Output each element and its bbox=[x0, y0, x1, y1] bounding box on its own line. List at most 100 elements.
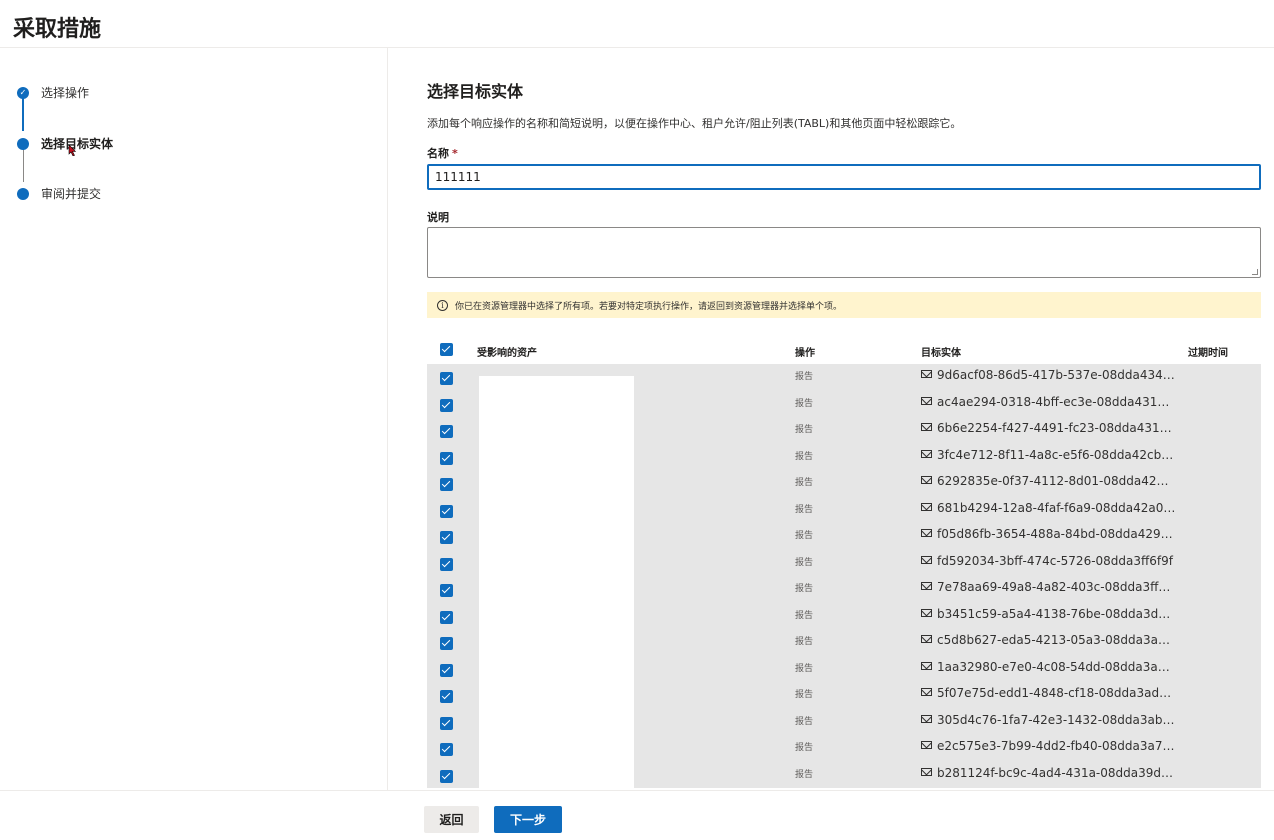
description-textarea[interactable] bbox=[427, 227, 1261, 278]
resize-grip-icon[interactable] bbox=[1252, 269, 1258, 275]
row-target: fd592034-3bff-474c-5726-08dda3ff6f9f bbox=[921, 554, 1176, 568]
row-target-id: 6292835e-0f37-4112-8d01-08dda42bd... bbox=[937, 474, 1176, 488]
check-icon: ✓ bbox=[17, 86, 29, 99]
step-connector-2 bbox=[22, 148, 24, 182]
mail-icon bbox=[921, 449, 932, 458]
table-header: 受影响的资产 操作 目标实体 过期时间 bbox=[427, 336, 1261, 364]
row-target-id: 5f07e75d-edd1-4848-cf18-08dda3ad262c bbox=[937, 686, 1176, 700]
row-target-id: 9d6acf08-86d5-417b-537e-08dda43413... bbox=[937, 368, 1176, 382]
row-target: 5f07e75d-edd1-4848-cf18-08dda3ad262c bbox=[921, 686, 1176, 700]
cursor-icon bbox=[68, 145, 76, 156]
row-target: b3451c59-a5a4-4138-76be-08dda3dd4... bbox=[921, 607, 1176, 621]
row-target-id: ac4ae294-0318-4bff-ec3e-08dda4313499 bbox=[937, 394, 1176, 409]
row-target-id: 7e78aa69-49a8-4a82-403c-08dda3ff6b40 bbox=[937, 580, 1176, 594]
mail-icon bbox=[921, 767, 932, 776]
main-panel: 选择目标实体 添加每个响应操作的名称和简短说明，以便在操作中心、租户允许/阻止列… bbox=[427, 48, 1261, 790]
row-checkbox[interactable] bbox=[440, 425, 453, 438]
row-checkbox[interactable] bbox=[440, 398, 453, 412]
pending-step-dot bbox=[17, 187, 29, 200]
column-header-expiry[interactable]: 过期时间 bbox=[1188, 344, 1228, 359]
name-input[interactable] bbox=[427, 164, 1261, 190]
row-target-id: b3451c59-a5a4-4138-76be-08dda3dd4... bbox=[937, 606, 1176, 621]
wizard-steps: ✓ 选择操作 选择目标实体 审阅并提交 bbox=[0, 48, 388, 790]
step-label: 选择目标实体 bbox=[41, 137, 114, 151]
row-action: 报告 bbox=[795, 372, 814, 382]
row-target: 9d6acf08-86d5-417b-537e-08dda43413... bbox=[921, 368, 1176, 382]
mail-icon bbox=[921, 423, 932, 431]
row-target: ac4ae294-0318-4bff-ec3e-08dda4313499 bbox=[921, 395, 1176, 409]
current-step-dot bbox=[17, 137, 29, 150]
row-action: 报告 bbox=[795, 584, 814, 594]
row-target: 3fc4e712-8f11-4a8c-e5f6-08dda42cbbaa bbox=[921, 448, 1176, 462]
row-target: 6292835e-0f37-4112-8d01-08dda42bd... bbox=[921, 474, 1176, 488]
redacted-area bbox=[479, 376, 634, 790]
mail-icon bbox=[921, 502, 932, 511]
mail-icon bbox=[921, 555, 932, 564]
mail-icon bbox=[921, 582, 932, 590]
row-checkbox[interactable] bbox=[440, 478, 453, 491]
row-checkbox[interactable] bbox=[440, 769, 453, 783]
row-action: 报告 bbox=[795, 478, 814, 488]
row-target: 305d4c76-1fa7-42e3-1432-08dda3ab1b... bbox=[921, 713, 1176, 727]
row-target: f05d86fb-3654-488a-84bd-08dda42976... bbox=[921, 527, 1176, 541]
row-action: 报告 bbox=[795, 663, 814, 674]
mail-icon bbox=[921, 714, 932, 723]
row-target-id: c5d8b627-eda5-4213-05a3-08dda3aef5... bbox=[937, 633, 1176, 647]
info-icon: i bbox=[437, 299, 448, 311]
row-checkbox[interactable] bbox=[440, 690, 453, 703]
row-checkbox[interactable] bbox=[440, 372, 453, 385]
row-checkbox[interactable] bbox=[440, 743, 453, 756]
name-label-text: 名称 bbox=[427, 147, 449, 160]
row-checkbox[interactable] bbox=[440, 637, 453, 650]
info-message-bar: i 你已在资源管理器中选择了所有项。若要对特定项执行操作，请返回到资源管理器并选… bbox=[427, 292, 1261, 318]
row-target: b281124f-bc9c-4ad4-431a-08dda39d63... bbox=[921, 766, 1176, 780]
row-action: 报告 bbox=[795, 557, 814, 568]
step-select-target[interactable]: 选择目标实体 bbox=[17, 135, 113, 152]
row-target: 681b4294-12a8-4faf-f6a9-08dda42a0b27 bbox=[921, 501, 1176, 515]
row-action: 报告 bbox=[795, 690, 814, 700]
page-title: 采取措施 bbox=[13, 17, 102, 42]
row-checkbox[interactable] bbox=[440, 504, 453, 518]
row-checkbox[interactable] bbox=[440, 451, 453, 465]
row-target-id: 6b6e2254-f427-4491-fc23-08dda43118e9 bbox=[937, 421, 1176, 435]
mail-icon bbox=[921, 688, 932, 696]
row-target-id: 681b4294-12a8-4faf-f6a9-08dda42a0b27 bbox=[937, 500, 1176, 515]
column-header-action[interactable]: 操作 bbox=[795, 344, 815, 359]
row-target: 7e78aa69-49a8-4a82-403c-08dda3ff6b40 bbox=[921, 580, 1176, 594]
page-header: 采取措施 bbox=[0, 0, 1274, 48]
row-target: 1aa32980-e7e0-4c08-54dd-08dda3ad4c... bbox=[921, 660, 1176, 674]
row-action: 报告 bbox=[795, 769, 814, 780]
name-label: 名称 * bbox=[427, 145, 458, 161]
row-action: 报告 bbox=[795, 716, 814, 727]
row-target-id: 3fc4e712-8f11-4a8c-e5f6-08dda42cbbaa bbox=[937, 447, 1176, 462]
column-header-target[interactable]: 目标实体 bbox=[921, 344, 961, 359]
section-description: 添加每个响应操作的名称和简短说明，以便在操作中心、租户允许/阻止列表(TABL)… bbox=[427, 117, 962, 130]
row-target-id: b281124f-bc9c-4ad4-431a-08dda39d63... bbox=[937, 765, 1176, 780]
back-button[interactable]: 返回 bbox=[424, 806, 479, 833]
footer-bar: 返回 下一步 bbox=[0, 790, 1274, 840]
row-action: 报告 bbox=[795, 398, 814, 409]
column-header-asset[interactable]: 受影响的资产 bbox=[477, 344, 537, 359]
required-mark: * bbox=[452, 147, 458, 160]
row-checkbox[interactable] bbox=[440, 531, 453, 544]
mail-icon bbox=[921, 529, 932, 537]
select-all-checkbox[interactable] bbox=[440, 343, 453, 356]
next-button[interactable]: 下一步 bbox=[494, 806, 562, 833]
row-action: 报告 bbox=[795, 637, 814, 647]
row-checkbox[interactable] bbox=[440, 663, 453, 677]
row-checkbox[interactable] bbox=[440, 557, 453, 571]
row-target-id: fd592034-3bff-474c-5726-08dda3ff6f9f bbox=[937, 553, 1174, 568]
mail-icon bbox=[921, 661, 932, 670]
mail-icon bbox=[921, 476, 932, 484]
row-target-id: f05d86fb-3654-488a-84bd-08dda42976... bbox=[937, 527, 1176, 541]
row-action: 报告 bbox=[795, 610, 814, 621]
mail-icon bbox=[921, 635, 932, 643]
row-checkbox[interactable] bbox=[440, 610, 453, 624]
step-review-submit[interactable]: 审阅并提交 bbox=[17, 185, 101, 202]
step-label: 选择操作 bbox=[41, 86, 90, 100]
row-checkbox[interactable] bbox=[440, 584, 453, 597]
row-checkbox[interactable] bbox=[440, 716, 453, 730]
row-action: 报告 bbox=[795, 451, 814, 462]
row-action: 报告 bbox=[795, 425, 814, 435]
step-select-action[interactable]: ✓ 选择操作 bbox=[17, 84, 89, 101]
